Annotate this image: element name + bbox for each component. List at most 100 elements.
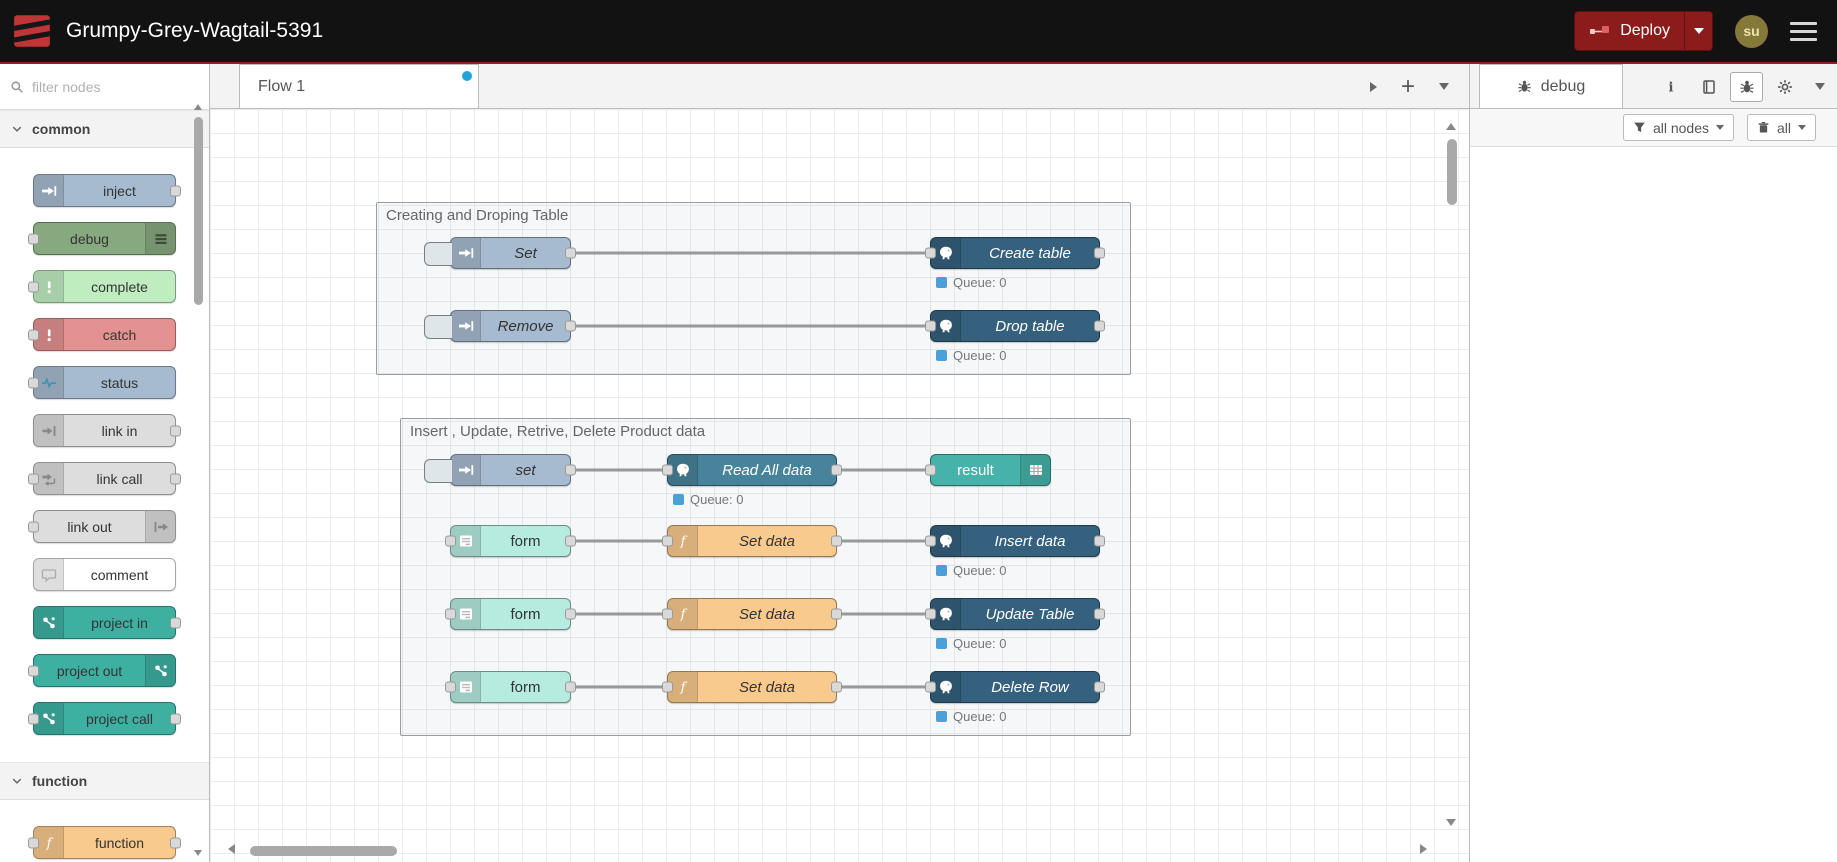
palette-node-function[interactable]: f function [28,826,181,859]
node-port-right[interactable] [1094,320,1105,332]
flow-list-dropdown-icon[interactable] [1439,83,1449,90]
flow-node-create-table[interactable]: Create table [925,237,1105,269]
flow-node-set-data-1[interactable]: f Set data [662,525,842,557]
flow-node-update-table[interactable]: Update Table [925,598,1105,630]
node-port-right[interactable] [1094,608,1105,620]
node-port-left[interactable] [445,681,456,693]
palette-scrollbar-thumb[interactable] [194,117,203,305]
node-port-left[interactable] [925,608,936,620]
palette-category-function[interactable]: function [0,762,209,800]
node-port-left[interactable] [445,535,456,547]
palette-scroll-up-arrow[interactable] [194,104,202,110]
node-port-left[interactable] [28,233,39,244]
tab-scroll-right-icon[interactable] [1369,81,1377,92]
palette-node-project-in[interactable]: project in [33,606,181,639]
node-port-left[interactable] [28,473,39,484]
palette-node-link-in[interactable]: link in [33,414,181,447]
tab-debug[interactable]: debug [1479,64,1623,108]
palette-node-comment[interactable]: comment [33,558,176,591]
node-port-right[interactable] [170,473,181,484]
node-port-right[interactable] [831,681,842,693]
flow-node-set-data-2[interactable]: f Set data [662,598,842,630]
node-port-right[interactable] [831,608,842,620]
node-port-left[interactable] [28,837,39,848]
flow-node-inject-remove[interactable]: Remove [424,310,576,342]
node-port-left[interactable] [28,521,39,532]
flow-node-set-data-3[interactable]: f Set data [662,671,842,703]
node-port-left[interactable] [662,608,673,620]
palette-node-project-call[interactable]: project call [28,702,181,735]
flow-node-read-all-data[interactable]: Read All data [662,454,842,486]
user-avatar[interactable]: su [1735,14,1768,48]
node-port-right[interactable] [831,464,842,476]
node-port-right[interactable] [1094,681,1105,693]
inject-trigger-button[interactable] [424,315,452,339]
debug-tab-button[interactable] [1730,71,1763,102]
flow-node-form-3[interactable]: form [445,671,576,703]
node-port-right[interactable] [170,713,181,724]
deploy-button[interactable]: Deploy [1574,11,1713,51]
node-port-left[interactable] [28,665,39,676]
tab-flow-1[interactable]: Flow 1 [239,64,479,108]
node-port-right[interactable] [565,464,576,476]
node-port-left[interactable] [28,281,39,292]
flow-node-inject-set2[interactable]: set [424,454,576,486]
node-port-left[interactable] [28,713,39,724]
node-port-right[interactable] [170,185,181,196]
inject-trigger-button[interactable] [424,242,452,266]
config-nodes-tab-button[interactable] [1768,72,1801,102]
node-port-left[interactable] [925,535,936,547]
node-red-app: Grumpy-Grey-Wagtail-5391 Deploy su filte… [0,0,1837,862]
node-port-left[interactable] [662,535,673,547]
flow-canvas[interactable]: Creating and Droping Table Insert , Updat… [210,109,1469,862]
palette-scroll-down-arrow[interactable] [194,850,202,856]
flow-node-form-2[interactable]: form [445,598,576,630]
node-port-left[interactable] [28,377,39,388]
deploy-options-button[interactable] [1684,12,1712,50]
flow-node-insert-data[interactable]: Insert data [925,525,1105,557]
node-port-right[interactable] [565,320,576,332]
debug-clear-button[interactable]: all [1746,114,1816,141]
palette-search-input[interactable] [32,78,209,95]
debug-filter-button[interactable]: all nodes [1622,114,1734,141]
node-port-left[interactable] [662,464,673,476]
palette-node-project-out[interactable]: project out [28,654,176,687]
node-port-left[interactable] [925,464,936,476]
node-port-right[interactable] [170,425,181,436]
flow-node-drop-table[interactable]: Drop table [925,310,1105,342]
flow-node-form-1[interactable]: form [445,525,576,557]
sidebar-menu-button[interactable] [1815,83,1825,90]
palette-node-debug[interactable]: debug [28,222,176,255]
node-port-left[interactable] [925,247,936,259]
node-icon-box [34,607,64,638]
node-port-left[interactable] [925,681,936,693]
palette-node-complete[interactable]: complete [28,270,176,303]
node-port-right[interactable] [170,837,181,848]
node-port-right[interactable] [1094,535,1105,547]
palette-node-status[interactable]: status [28,366,176,399]
node-port-left[interactable] [445,608,456,620]
flow-node-result[interactable]: result [925,454,1051,486]
info-tab-button[interactable]: i [1654,72,1687,102]
palette-node-catch[interactable]: catch [28,318,176,351]
main-menu-button[interactable] [1790,21,1817,41]
inject-trigger-button[interactable] [424,459,452,483]
add-flow-button[interactable]: + [1401,74,1415,99]
flow-node-inject-set[interactable]: Set [424,237,576,269]
node-port-right[interactable] [170,617,181,628]
node-port-right[interactable] [565,681,576,693]
node-port-left[interactable] [925,320,936,332]
node-port-right[interactable] [565,535,576,547]
node-port-left[interactable] [28,329,39,340]
node-port-right[interactable] [565,608,576,620]
palette-category-common[interactable]: common [0,110,209,148]
node-port-right[interactable] [831,535,842,547]
help-tab-button[interactable] [1692,72,1725,102]
palette-node-link-out[interactable]: link out [28,510,176,543]
node-port-right[interactable] [1094,247,1105,259]
node-port-left[interactable] [662,681,673,693]
node-port-right[interactable] [565,247,576,259]
flow-node-delete-row[interactable]: Delete Row [925,671,1105,703]
palette-node-link-call[interactable]: link call [28,462,181,495]
palette-node-inject[interactable]: inject [33,174,181,207]
